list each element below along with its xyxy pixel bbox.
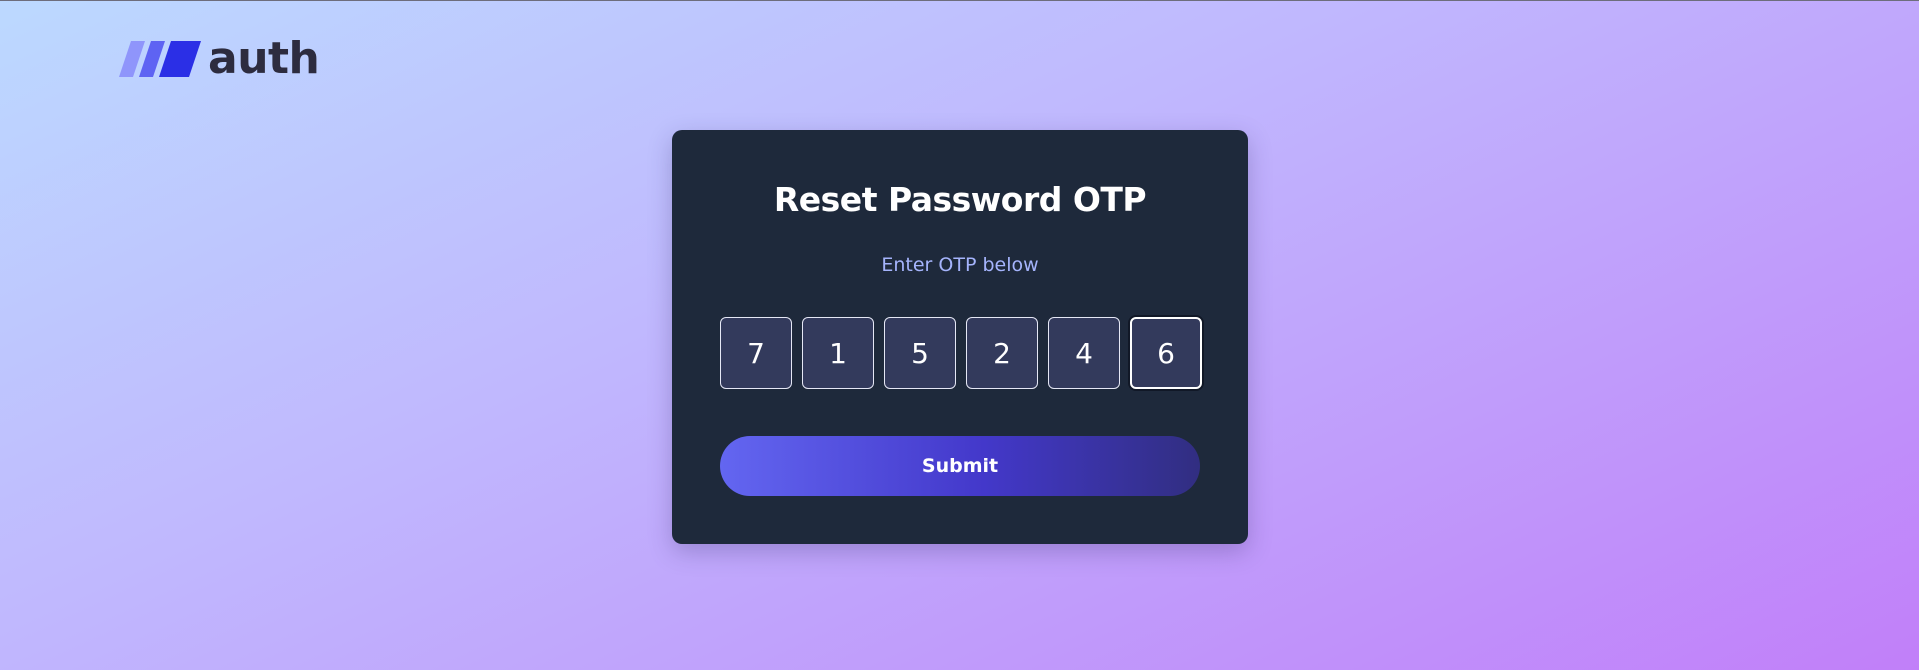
otp-card: Reset Password OTP Enter OTP below Submi… [672, 130, 1248, 544]
otp-digit-5[interactable] [1048, 317, 1120, 389]
otp-digit-4[interactable] [966, 317, 1038, 389]
page-title: Reset Password OTP [773, 180, 1147, 219]
slanted-stripes-logo-icon [119, 41, 201, 77]
otp-input-group [720, 317, 1202, 389]
otp-instructions: Enter OTP below [881, 254, 1039, 276]
otp-digit-6[interactable] [1130, 317, 1202, 389]
submit-button[interactable]: Submit [720, 436, 1200, 496]
otp-digit-2[interactable] [802, 317, 874, 389]
otp-digit-3[interactable] [884, 317, 956, 389]
brand-name: auth [208, 33, 320, 84]
brand-logo[interactable]: auth [119, 33, 320, 84]
otp-digit-1[interactable] [720, 317, 792, 389]
